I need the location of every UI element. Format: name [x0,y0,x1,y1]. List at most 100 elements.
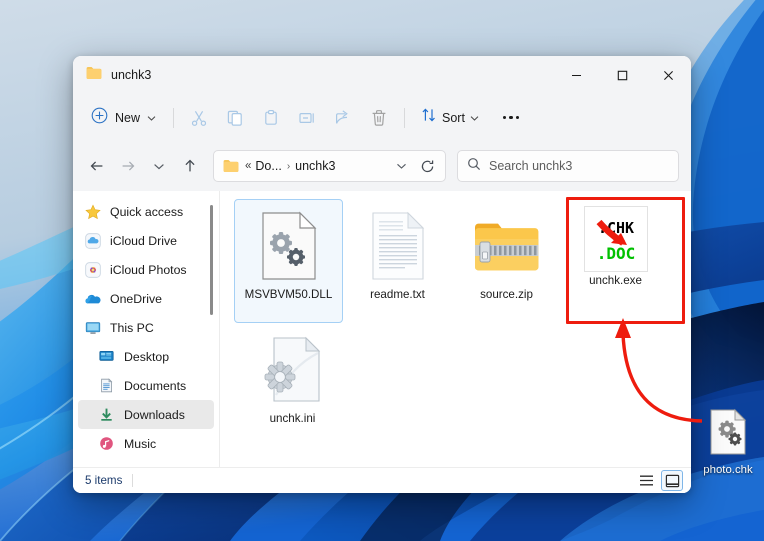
sort-button-label: Sort [442,111,465,125]
sidebar-item-documents[interactable]: Documents [78,371,214,400]
new-button[interactable]: New [83,102,166,134]
file-label: MSVBVM50.DLL [245,288,333,302]
sort-arrows-icon [421,107,437,128]
item-count-label: 5 items [85,474,122,487]
file-label: unchk.ini [270,412,316,426]
plus-circle-icon [91,107,108,129]
large-icons-view-button[interactable] [661,470,683,491]
file-item-source-zip[interactable]: source.zip [452,199,561,323]
address-dropdown-button[interactable] [389,153,413,179]
breadcrumb: « Do... › unchk3 [245,159,389,173]
file-item-msvbvm50-dll[interactable]: MSVBVM50.DLL [234,199,343,323]
sidebar-item-quick-access[interactable]: Quick access [78,197,214,226]
breadcrumb-separator: › [287,161,290,172]
file-label: source.zip [480,288,533,302]
file-list-pane[interactable]: MSVBVM50.DLL [220,191,691,467]
music-note-icon [98,435,115,452]
icloud-drive-icon [84,232,101,249]
ellipsis-icon [503,116,520,120]
sidebar-item-label: Downloads [124,408,185,422]
chk-to-doc-app-icon: .CHK .DOC [584,206,648,272]
breadcrumb-item-documents[interactable]: Do... [255,159,281,173]
desktop-icon [98,348,115,365]
sidebar-item-icloud-photos[interactable]: iCloud Photos [78,255,214,284]
status-divider [132,474,133,487]
refresh-button[interactable] [413,153,441,179]
onedrive-cloud-icon [84,290,101,307]
file-explorer-window: unchk3 New [73,56,691,493]
rename-button[interactable] [289,102,325,134]
cut-button[interactable] [181,102,217,134]
toolbar-divider-2 [404,108,405,128]
see-more-button[interactable] [494,102,528,134]
window-controls [553,56,691,94]
view-switcher [635,470,683,491]
share-button[interactable] [325,102,361,134]
file-label: readme.txt [370,288,425,302]
monitor-icon [84,319,101,336]
minimize-button[interactable] [553,56,599,94]
sidebar-item-label: Quick access [110,205,183,219]
navigation-pane-scrollbar[interactable] [207,197,217,463]
navigation-pane: Quick access iCloud Drive [73,191,219,467]
sidebar-item-music[interactable]: Music [78,429,214,458]
scrollbar-thumb[interactable] [210,205,213,315]
search-input[interactable] [489,159,669,173]
toolbar-divider [173,108,174,128]
doc-text: .DOC [596,244,635,263]
titlebar-left: unchk3 [73,66,151,85]
file-label: unchk.exe [589,274,642,288]
text-document-icon [362,206,434,286]
sidebar-item-label: Desktop [124,350,169,364]
file-item-unchk-ini[interactable]: unchk.ini [238,323,347,447]
folder-icon [86,66,102,85]
address-bar[interactable]: « Do... › unchk3 [213,150,446,182]
breadcrumb-item-unchk3[interactable]: unchk3 [295,159,335,173]
close-button[interactable] [645,56,691,94]
status-left: 5 items [85,474,133,487]
sidebar-item-label: Pictures [124,466,168,468]
forward-button[interactable] [112,151,143,182]
desktop-icon-photo-chk[interactable]: photo.chk [694,408,762,476]
up-button[interactable] [174,151,205,182]
file-item-unchk-exe[interactable]: .CHK .DOC unchk.exe [561,199,670,323]
details-view-button[interactable] [635,470,657,491]
sidebar-item-downloads[interactable]: Downloads [78,400,214,429]
window-title: unchk3 [111,68,151,82]
copy-button[interactable] [217,102,253,134]
documents-icon [98,377,115,394]
icloud-photos-icon [84,261,101,278]
address-row: « Do... › unchk3 [73,141,691,191]
window-titlebar: unchk3 [73,56,691,94]
chk-gears-document-icon [708,408,748,461]
sidebar-item-label: OneDrive [110,292,162,306]
star-icon [84,203,101,220]
sidebar-item-pictures[interactable]: Pictures [78,458,214,467]
search-icon [467,157,481,176]
back-button[interactable] [81,151,112,182]
sidebar-item-this-pc[interactable]: This PC [78,313,214,342]
desktop-icon-label: photo.chk [703,464,752,476]
sidebar-item-icloud-drive[interactable]: iCloud Drive [78,226,214,255]
paste-button[interactable] [253,102,289,134]
search-box[interactable] [457,150,679,182]
ini-gear-document-icon [257,330,329,410]
sidebar-item-label: Music [124,437,156,451]
delete-button[interactable] [361,102,397,134]
sidebar-item-onedrive[interactable]: OneDrive [78,284,214,313]
sidebar-item-label: iCloud Drive [110,234,177,248]
recent-locations-button[interactable] [143,151,174,182]
sort-button[interactable]: Sort [412,102,488,134]
file-item-readme-txt[interactable]: readme.txt [343,199,452,323]
chevron-down-icon [147,109,156,127]
window-body: Quick access iCloud Drive [73,191,691,467]
file-grid: MSVBVM50.DLL [234,199,691,447]
sidebar-item-desktop[interactable]: Desktop [78,342,214,371]
pictures-icon [98,464,115,467]
chevron-down-icon [470,109,479,127]
breadcrumb-overflow[interactable]: « [245,160,250,172]
maximize-button[interactable] [599,56,645,94]
sidebar-item-label: This PC [110,321,154,335]
zip-folder-icon [471,206,543,286]
dll-gears-document-icon [253,206,325,286]
